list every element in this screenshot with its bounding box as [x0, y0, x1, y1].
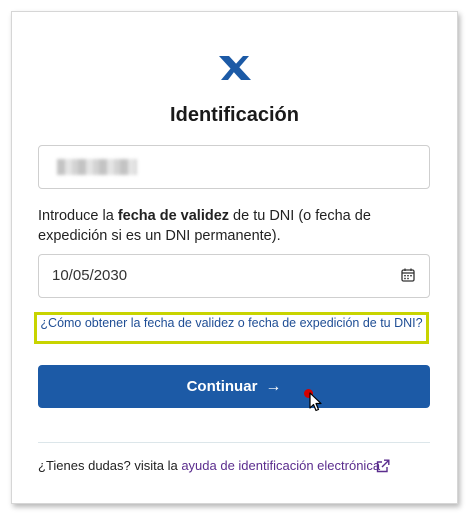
divider: [38, 442, 430, 443]
mouse-cursor-icon: [309, 392, 322, 412]
date-value: 10/05/2030: [52, 267, 128, 284]
help-center-link[interactable]: ayuda de identificación electrónica: [181, 458, 380, 473]
instruction-text: Introduce la fecha de validez de tu DNI …: [38, 208, 371, 244]
continue-button[interactable]: Continuar →: [38, 365, 430, 408]
arrow-right-icon: →: [265, 378, 282, 395]
calendar-icon[interactable]: [401, 268, 415, 282]
dni-input[interactable]: [38, 145, 430, 189]
redacted-value: [57, 159, 137, 175]
date-input[interactable]: 10/05/2030: [38, 254, 430, 298]
identification-card: Identificación Introduce la fecha de val…: [11, 11, 458, 504]
help-date-link[interactable]: ¿Cómo obtener la fecha de validez o fech…: [34, 312, 429, 344]
page-title: Identificación: [170, 104, 299, 126]
external-link-icon[interactable]: [376, 459, 390, 473]
continue-button-label: Continuar: [186, 378, 258, 395]
agencia-tributaria-logo-icon: [219, 56, 251, 80]
